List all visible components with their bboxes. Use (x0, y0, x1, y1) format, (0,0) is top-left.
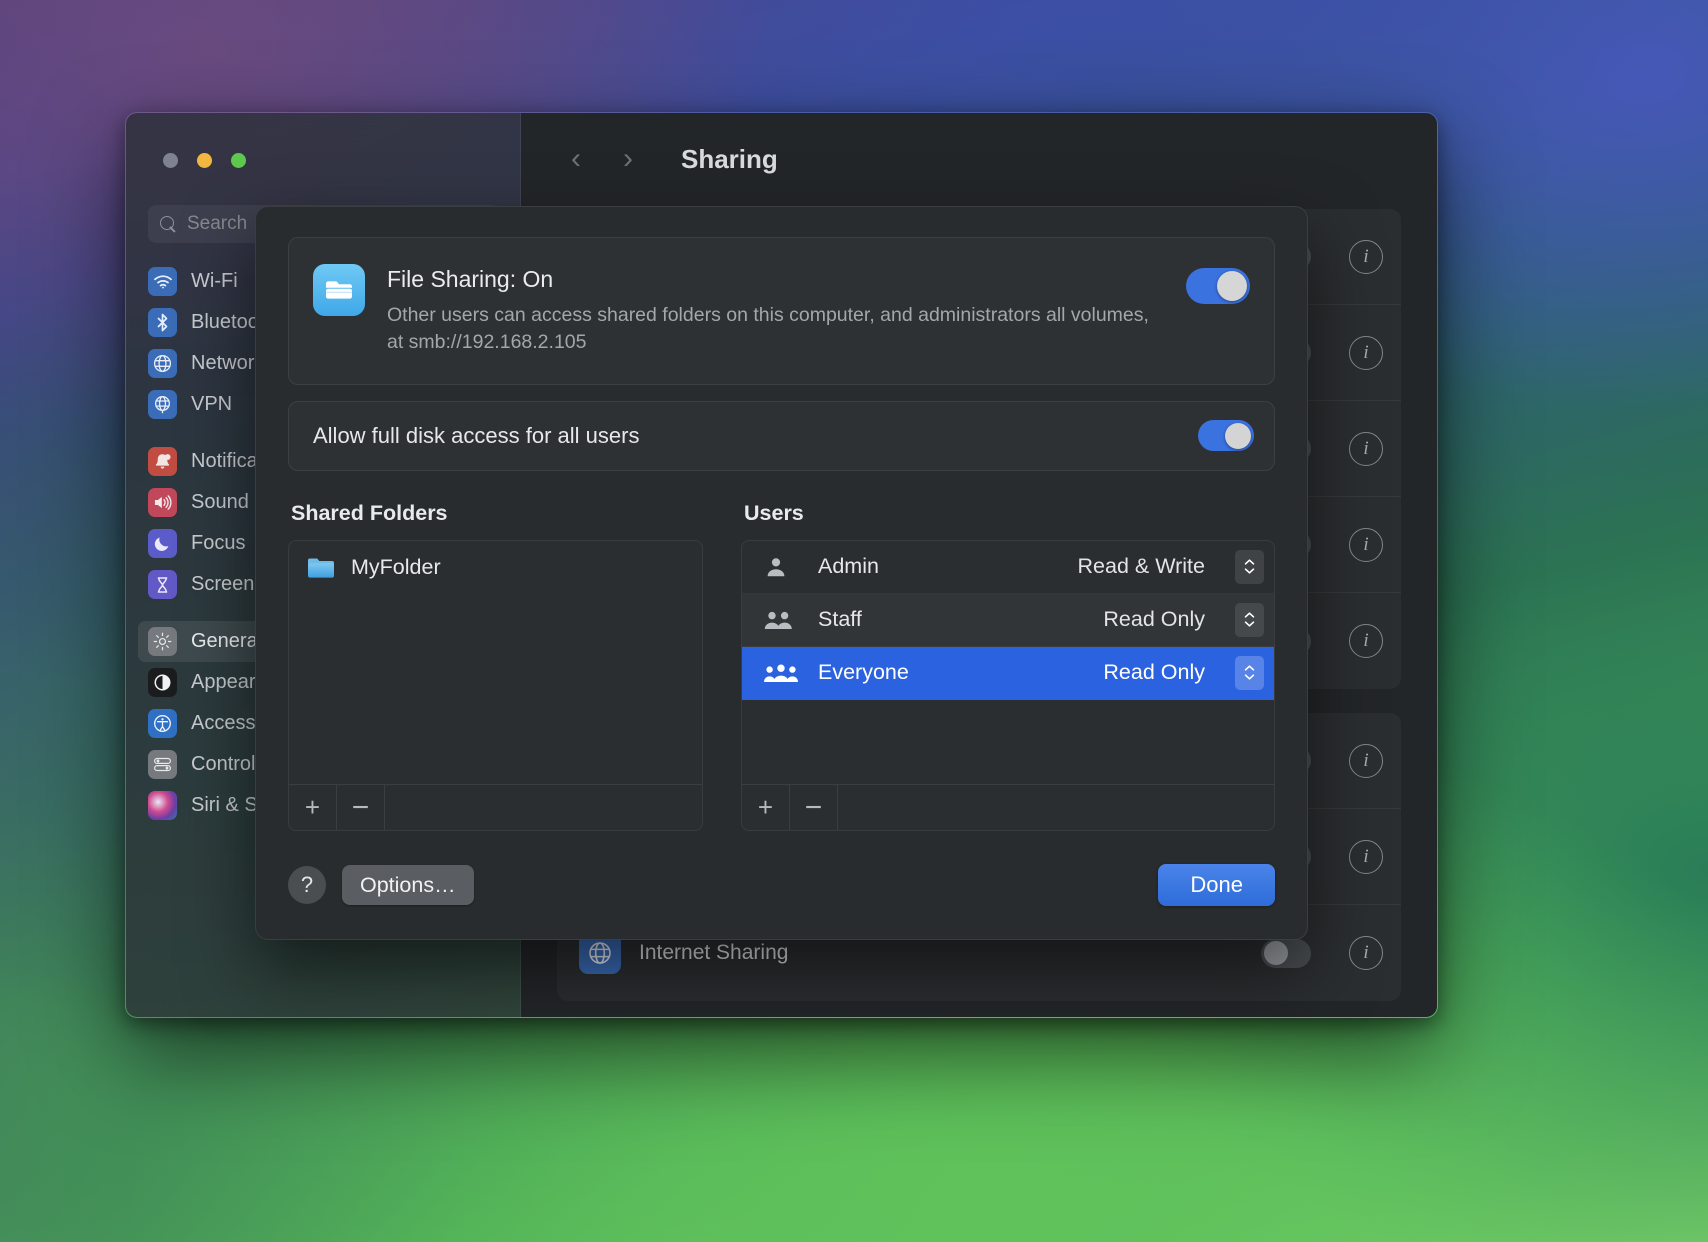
file-sharing-toggle[interactable] (1186, 268, 1250, 304)
speaker-icon (148, 488, 177, 517)
shared-folders-scroll: MyFolder (289, 541, 702, 784)
shared-folders-list[interactable]: MyFolder + − (288, 539, 703, 831)
shared-folders-header: Shared Folders (291, 500, 448, 525)
shared-folders-column: Shared Folders MyFolder + − (288, 501, 703, 831)
table-row[interactable]: Admin Read & Write (742, 541, 1274, 594)
add-user-button[interactable]: + (742, 785, 790, 830)
folder-name: MyFolder (351, 555, 441, 580)
siri-icon (148, 791, 177, 820)
permission-stepper[interactable] (1235, 549, 1264, 584)
users-header: Users (744, 500, 804, 525)
minimize-window-button[interactable] (197, 153, 212, 168)
info-icon[interactable]: i (1349, 839, 1383, 874)
file-sharing-title: File Sharing: On (387, 266, 554, 292)
list-item[interactable]: MyFolder (289, 541, 702, 595)
nav-forward-button[interactable]: › (605, 136, 651, 182)
info-icon[interactable]: i (1349, 335, 1383, 370)
file-sharing-card: File Sharing: On Other users can access … (288, 237, 1275, 385)
user-name: Staff (818, 607, 862, 632)
remove-user-button[interactable]: − (790, 785, 838, 830)
moon-icon (148, 529, 177, 558)
users-toolbar: + − (742, 784, 1274, 830)
users-scroll: Admin Read & Write Staff Read Only Every… (742, 541, 1274, 784)
sidebar-item-label: Sound (191, 491, 249, 513)
page-title: Sharing (681, 143, 778, 174)
file-sharing-folder-icon (313, 264, 365, 316)
user-permission: Read Only (1103, 607, 1205, 632)
add-shared-folder-button[interactable]: + (289, 785, 337, 830)
sidebar-item-label: Focus (191, 532, 246, 554)
user-permission: Read Only (1103, 660, 1205, 685)
users-list[interactable]: Admin Read & Write Staff Read Only Every… (741, 539, 1275, 831)
full-disk-access-label: Allow full disk access for all users (313, 422, 640, 448)
zoom-window-button[interactable] (231, 153, 246, 168)
sidebar-item-label: Wi-Fi (191, 270, 238, 292)
search-icon (160, 215, 177, 233)
permission-stepper[interactable] (1235, 602, 1264, 637)
table-row[interactable]: Everyone Read Only (742, 646, 1274, 700)
close-window-button[interactable] (163, 153, 178, 168)
full-disk-access-row[interactable]: Allow full disk access for all users (288, 400, 1275, 471)
remove-shared-folder-button[interactable]: − (337, 785, 385, 830)
internet-sharing-toggle[interactable] (1261, 938, 1311, 968)
users-column: Users Admin Read & Write Staff Read Only… (741, 501, 1275, 831)
help-button[interactable]: ? (288, 866, 326, 904)
lists-area: Shared Folders MyFolder + − Users Admin … (288, 501, 1275, 831)
info-icon[interactable]: i (1349, 743, 1383, 778)
gear-icon (148, 627, 177, 656)
vpn-globe-icon (148, 390, 177, 419)
bluetooth-icon (148, 308, 177, 337)
hourglass-icon (148, 570, 177, 599)
info-icon[interactable]: i (1349, 239, 1383, 274)
user-permission: Read & Write (1077, 554, 1205, 579)
file-sharing-sheet: File Sharing: On Other users can access … (255, 206, 1308, 940)
table-row[interactable]: Staff Read Only (742, 594, 1274, 647)
sharing-service-label: Internet Sharing (639, 941, 789, 964)
user-name: Admin (818, 554, 879, 579)
single-person-icon (764, 556, 802, 578)
done-button[interactable]: Done (1158, 864, 1275, 906)
file-sharing-description: Other users can access shared folders on… (387, 304, 1149, 353)
full-disk-access-toggle[interactable] (1198, 420, 1254, 452)
sliders-icon (148, 750, 177, 779)
three-person-icon (764, 662, 802, 684)
info-icon[interactable]: i (1349, 936, 1383, 970)
info-icon[interactable]: i (1349, 431, 1383, 466)
detail-titlebar: ‹ › Sharing (521, 113, 1437, 205)
two-person-icon (764, 609, 802, 631)
contrast-icon (148, 668, 177, 697)
folder-icon (307, 557, 335, 579)
permission-stepper[interactable] (1235, 655, 1264, 690)
wifi-icon (148, 267, 177, 296)
shared-folders-toolbar: + − (289, 784, 702, 830)
options-button[interactable]: Options… (342, 865, 474, 905)
search-placeholder: Search (187, 213, 248, 234)
sidebar-item-label: VPN (191, 393, 233, 415)
traffic-lights (163, 153, 246, 168)
user-name: Everyone (818, 660, 909, 685)
bell-icon (148, 447, 177, 476)
sidebar-titlebar (126, 113, 520, 205)
sidebar-item-label: Network (191, 352, 265, 374)
info-icon[interactable]: i (1349, 527, 1383, 562)
file-sharing-text: File Sharing: On Other users can access … (387, 264, 1164, 356)
globe-icon (148, 349, 177, 378)
nav-back-button[interactable]: ‹ (553, 136, 599, 182)
accessibility-icon (148, 709, 177, 738)
sheet-footer: ? Options… Done (288, 831, 1275, 939)
info-icon[interactable]: i (1349, 624, 1383, 658)
sidebar-item-label: General (191, 630, 263, 652)
